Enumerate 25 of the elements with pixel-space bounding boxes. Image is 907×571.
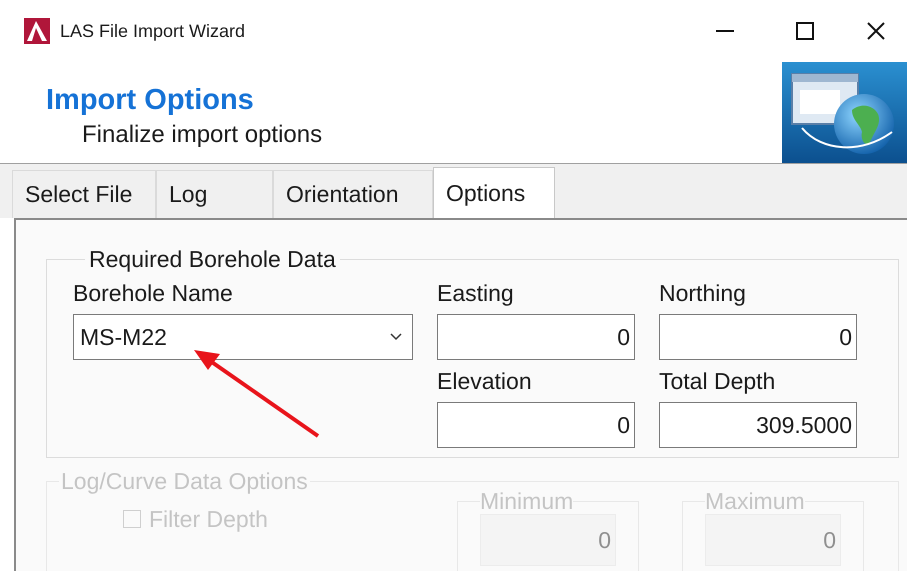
input-field[interactable]: 0 [659,314,857,360]
tab[interactable]: Log [156,170,273,218]
minimize-icon [716,30,734,32]
field-label: Total Depth [659,367,776,396]
field-label: Easting [437,279,515,308]
input-field[interactable]: 0 [437,314,635,360]
field-label: Borehole Name [73,279,234,308]
input-field[interactable]: 309.5000 [659,402,857,448]
tab[interactable]: Options [433,167,555,218]
tab[interactable]: Orientation [273,170,433,218]
input-field: 0 [480,514,616,566]
page-subtitle: Finalize import options [82,120,322,150]
field-label: Northing [659,279,747,308]
input-field: 0 [705,514,841,566]
app-logo-icon [24,18,50,44]
page-title: Import Options [46,83,255,118]
close-icon [867,22,885,40]
window-title: LAS File Import Wizard [60,20,246,43]
input-field[interactable]: 0 [437,402,635,448]
group-title: Required Borehole Data [88,246,337,272]
tab[interactable]: Select File [12,170,156,218]
field-label: Elevation [437,367,533,396]
caret-icon [390,333,402,341]
borehole-dropdown[interactable]: MS-M22 [73,314,413,360]
maximize-icon [796,22,814,40]
